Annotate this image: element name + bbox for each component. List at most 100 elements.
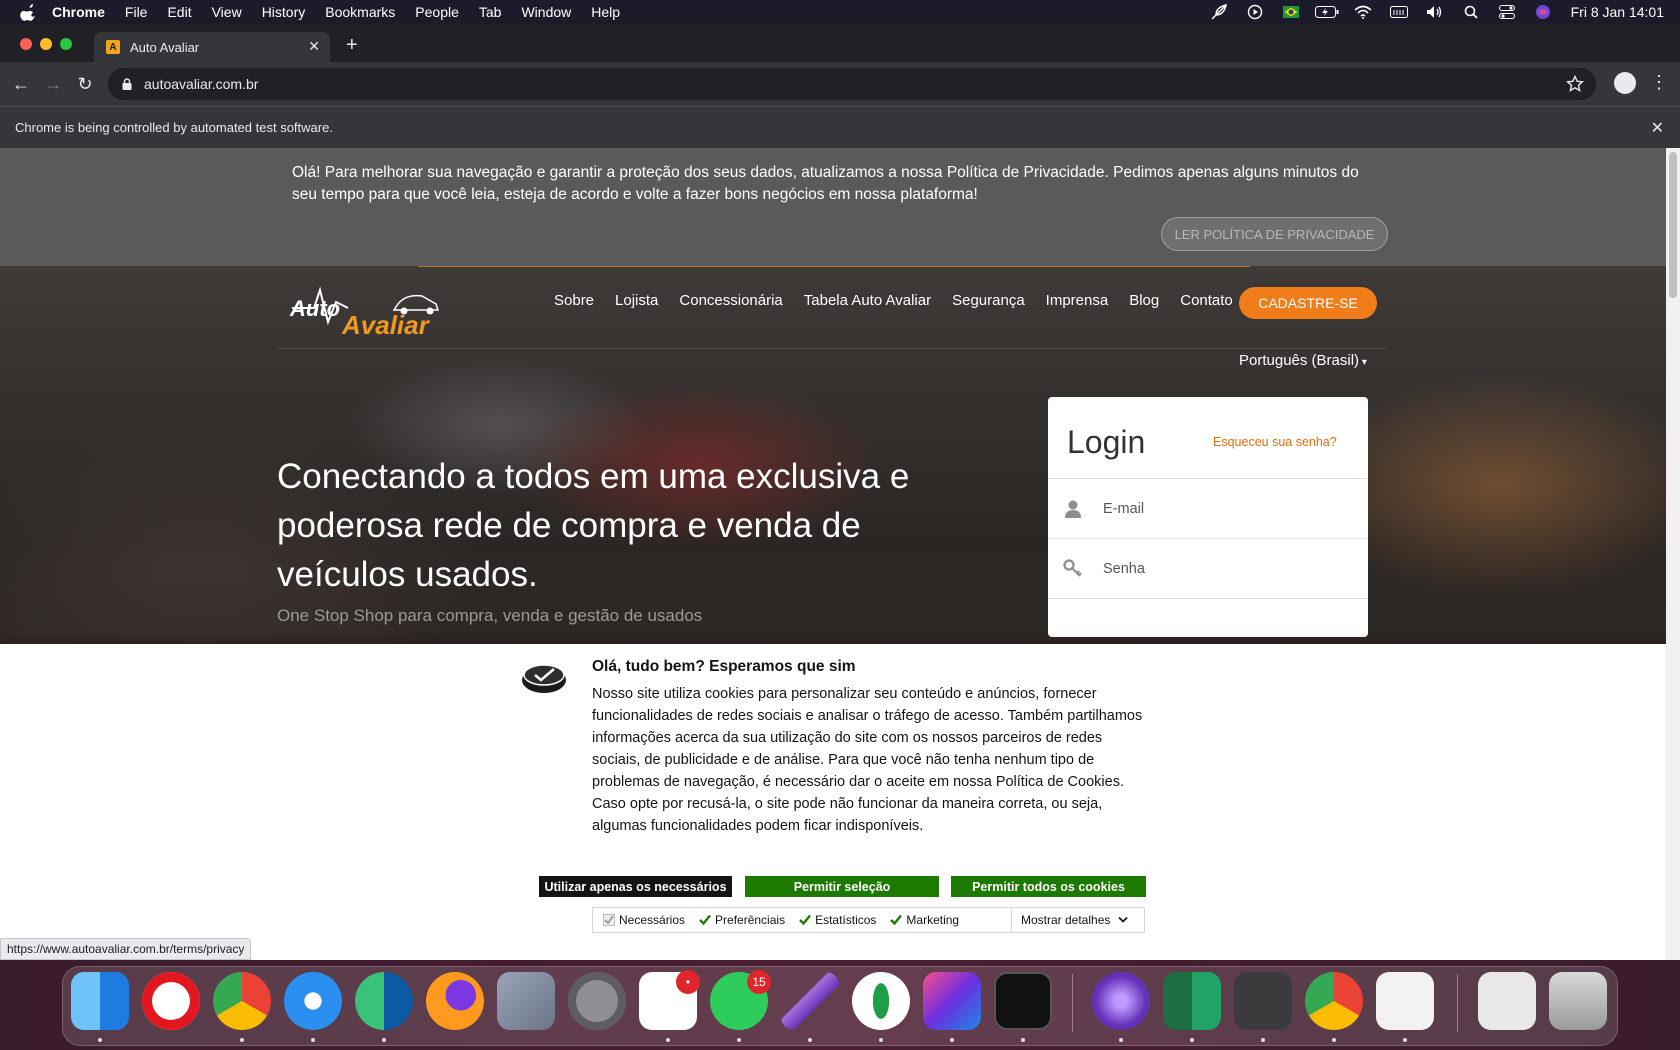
mongodb-compass-icon[interactable]	[852, 972, 910, 1030]
running-indicator	[240, 1038, 244, 1042]
use-necessary-only-button[interactable]: Utilizar apenas os necessários	[539, 876, 732, 897]
launchpad-icon[interactable]	[497, 972, 555, 1030]
chrome-icon[interactable]	[213, 972, 271, 1030]
back-arrow-icon[interactable]: ←	[10, 73, 32, 95]
signup-button[interactable]: CADASTRE-SE	[1239, 287, 1377, 319]
java-icon[interactable]	[1376, 972, 1434, 1030]
nav-contato[interactable]: Contato	[1180, 292, 1233, 309]
menu-help[interactable]: Help	[591, 4, 620, 20]
browser-tab[interactable]: A Auto Avaliar ✕	[94, 32, 330, 62]
cookie-category-checkboxes: Necessários Preferênciais Estatísticos M…	[592, 907, 1145, 933]
maximize-window-button[interactable]	[60, 38, 72, 50]
nav-lojista[interactable]: Lojista	[615, 292, 658, 309]
page-viewport: Olá! Para melhorar sua navegação e garan…	[0, 148, 1666, 960]
tab-title: Auto Avaliar	[130, 39, 200, 55]
system-preferences-icon[interactable]	[568, 972, 626, 1030]
apple-icon[interactable]	[20, 3, 38, 21]
email-field[interactable]: E-mail	[1048, 478, 1368, 538]
chrome-secondary-icon[interactable]	[1305, 972, 1363, 1030]
checkbox-marketing[interactable]: Marketing	[890, 913, 959, 927]
key-icon	[1063, 558, 1082, 577]
more-menu-icon[interactable]: ⋮	[1650, 72, 1668, 94]
read-privacy-policy-button[interactable]: LER POLÍTICA DE PRIVACIDADE	[1161, 217, 1388, 251]
minimize-window-button[interactable]	[40, 38, 52, 50]
profile-avatar-icon[interactable]	[1614, 72, 1636, 94]
running-indicator	[879, 1038, 883, 1042]
siri-icon[interactable]	[1531, 4, 1555, 20]
forward-arrow-icon[interactable]: →	[42, 73, 64, 95]
wifi-icon[interactable]	[1351, 4, 1375, 20]
calculator-icon[interactable]	[1234, 972, 1292, 1030]
check-icon	[799, 914, 811, 926]
excel-icon[interactable]	[1163, 972, 1221, 1030]
edge-icon[interactable]	[355, 972, 413, 1030]
nav-seguranca[interactable]: Segurança	[952, 292, 1025, 309]
menubar-clock[interactable]: Fri 8 Jan 14:01	[1571, 4, 1664, 20]
email-placeholder: E-mail	[1103, 500, 1145, 517]
language-selector[interactable]: Português (Brasil) ▾	[1239, 352, 1367, 369]
lock-icon[interactable]	[122, 78, 132, 90]
password-field[interactable]: Senha	[1048, 538, 1368, 598]
caret-down-icon: ▾	[1359, 357, 1367, 368]
show-details-link[interactable]: Mostrar detalhes	[1011, 908, 1129, 932]
keyboard-icon[interactable]	[1387, 4, 1411, 20]
nav-concessionaria[interactable]: Concessionária	[679, 292, 782, 309]
nav-blog[interactable]: Blog	[1129, 292, 1159, 309]
csv-file-icon[interactable]	[1478, 972, 1536, 1030]
nav-tabela-auto-avaliar[interactable]: Tabela Auto Avaliar	[804, 292, 931, 309]
battery-icon[interactable]	[1314, 4, 1339, 20]
menu-tab[interactable]: Tab	[479, 4, 502, 20]
opera-icon[interactable]	[142, 972, 200, 1030]
close-window-button[interactable]	[20, 38, 32, 50]
auto-avaliar-logo[interactable]: Auto Avaliar	[288, 278, 448, 340]
macos-menubar: Chrome File Edit View History Bookmarks …	[0, 0, 1680, 24]
checkbox-statistics[interactable]: Estatísticos	[799, 913, 876, 927]
tab-close-icon[interactable]: ✕	[308, 38, 320, 55]
allow-selection-button[interactable]: Permitir seleção	[745, 876, 939, 897]
nav-sobre[interactable]: Sobre	[554, 292, 594, 309]
feather-icon[interactable]	[1207, 4, 1231, 20]
terminal-icon[interactable]	[994, 972, 1052, 1030]
menu-file[interactable]: File	[125, 4, 148, 20]
quill-icon[interactable]	[781, 972, 839, 1030]
reload-icon[interactable]: ↻	[74, 73, 96, 95]
page-scrollbar[interactable]	[1666, 148, 1680, 960]
intellij-icon[interactable]	[923, 972, 981, 1030]
allow-all-cookies-button[interactable]: Permitir todos os cookies	[951, 876, 1146, 897]
checkbox-preferences[interactable]: Preferênciais	[699, 913, 785, 927]
control-center-icon[interactable]	[1495, 4, 1519, 20]
spotlight-search-icon[interactable]	[1459, 4, 1483, 20]
running-indicator	[1021, 1038, 1025, 1042]
url-text[interactable]: autoavaliar.com.br	[144, 76, 258, 92]
running-indicator	[382, 1038, 386, 1042]
menu-view[interactable]: View	[212, 4, 242, 20]
firefox-icon[interactable]	[426, 972, 484, 1030]
forgot-password-link[interactable]: Esqueceu sua senha?	[1213, 435, 1337, 449]
address-bar[interactable]: autoavaliar.com.br	[108, 68, 1596, 100]
infobar-close-icon[interactable]: ✕	[1651, 118, 1664, 138]
new-tab-icon[interactable]: +	[346, 34, 358, 57]
checkbox-necessary[interactable]: Necessários	[603, 913, 685, 927]
slack-badge: •	[676, 970, 700, 994]
brazil-flag-icon[interactable]	[1279, 4, 1303, 20]
automation-infobar: Chrome is being controlled by automated …	[0, 106, 1680, 148]
menu-edit[interactable]: Edit	[167, 4, 191, 20]
check-icon	[699, 914, 711, 926]
checkbox-statistics-label: Estatísticos	[815, 913, 877, 927]
scrollbar-thumb[interactable]	[1669, 152, 1677, 298]
site-favicon-icon: A	[106, 40, 120, 54]
finder-icon[interactable]	[71, 972, 129, 1030]
menu-history[interactable]: History	[262, 4, 306, 20]
bookmark-star-icon[interactable]	[1566, 75, 1584, 93]
volume-icon[interactable]	[1423, 4, 1447, 20]
nav-imprensa[interactable]: Imprensa	[1046, 292, 1109, 309]
trash-icon[interactable]	[1549, 972, 1607, 1030]
menu-bookmarks[interactable]: Bookmarks	[325, 4, 395, 20]
safari-icon[interactable]	[284, 972, 342, 1030]
cookie-consent-dialog: Olá, tudo bem? Esperamos que sim Nosso s…	[0, 644, 1666, 960]
play-circle-icon[interactable]	[1243, 4, 1267, 20]
menu-window[interactable]: Window	[521, 4, 571, 20]
eclipse-app-icon[interactable]	[1092, 972, 1150, 1030]
menu-app-name[interactable]: Chrome	[52, 4, 105, 20]
menu-people[interactable]: People	[415, 4, 459, 20]
